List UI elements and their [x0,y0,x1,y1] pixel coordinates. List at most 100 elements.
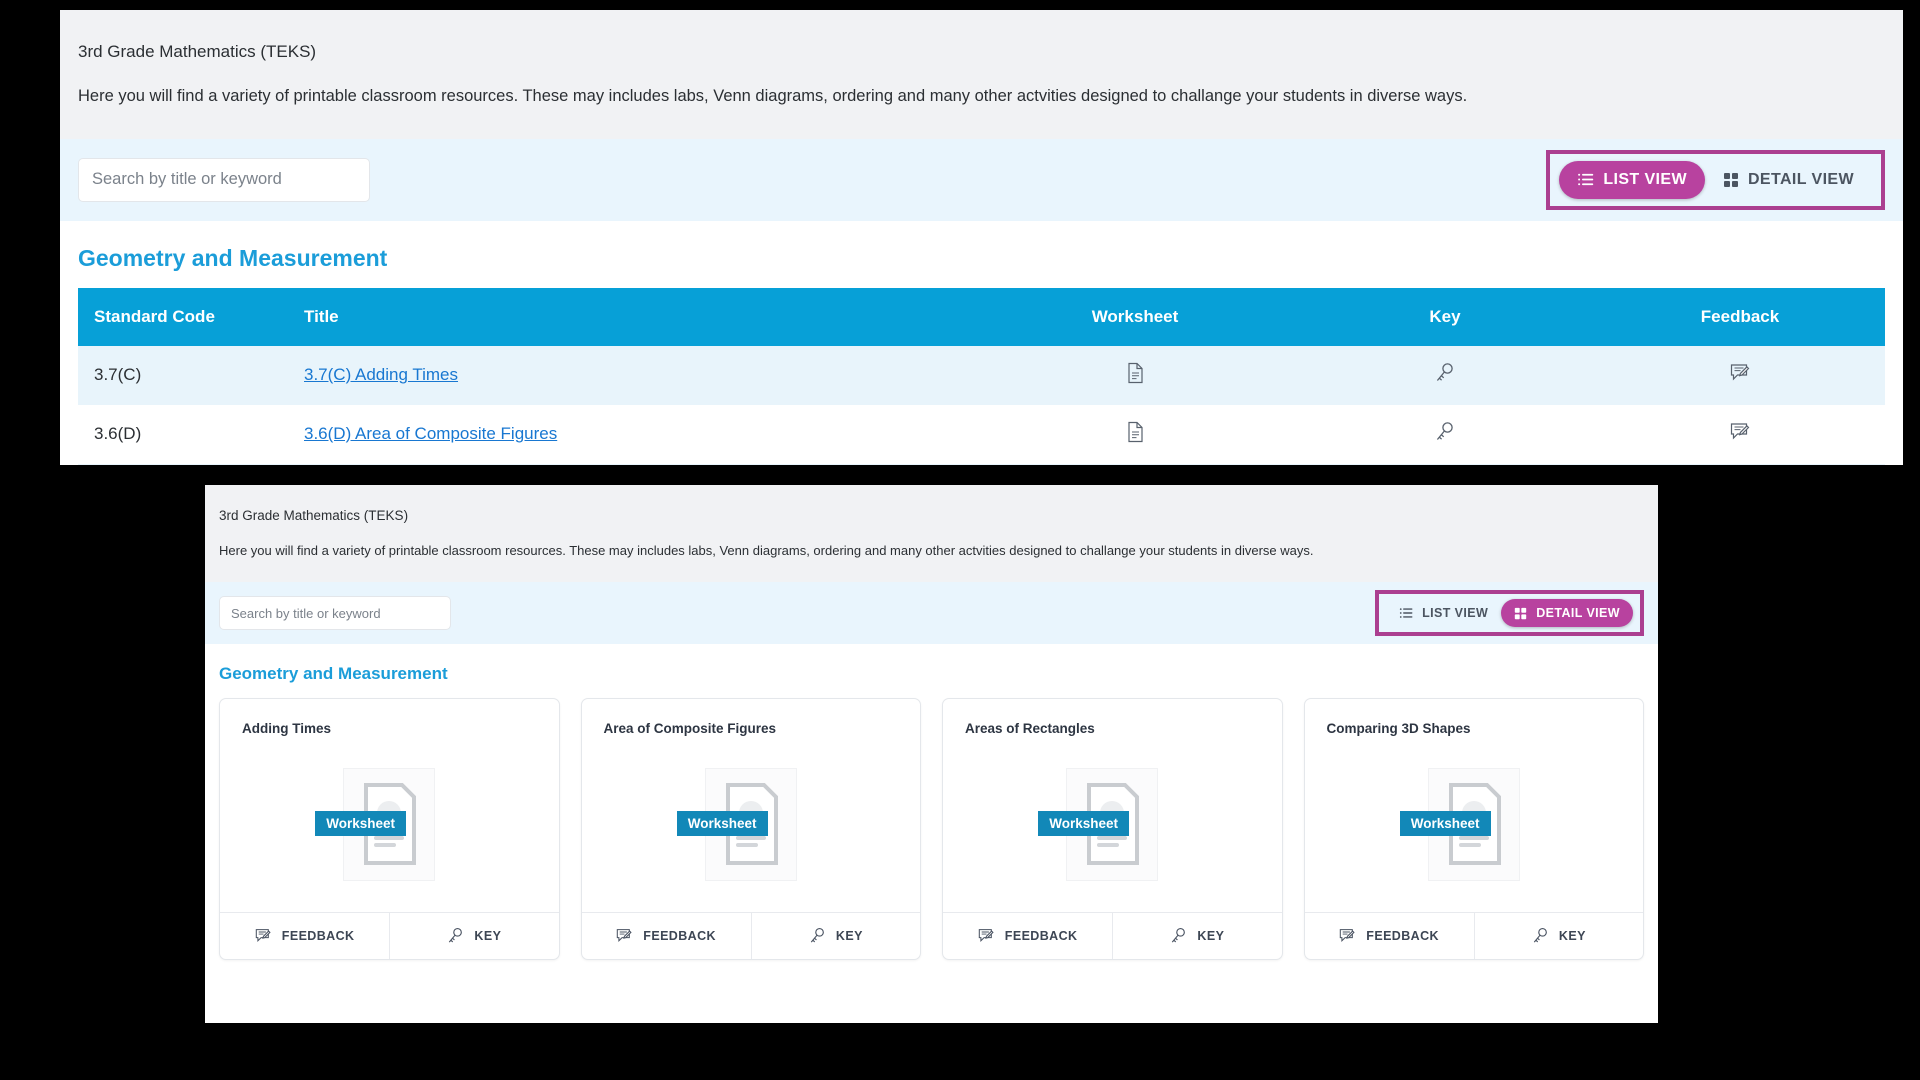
document-icon[interactable] [1126,421,1145,443]
key-button[interactable]: KEY [1473,913,1643,960]
detail-view-label: DETAIL VIEW [1747,170,1854,188]
feedback-icon[interactable] [1730,363,1751,383]
feedback-label: FEEDBACK [281,929,355,944]
course-title: 3rd Grade Mathematics (TEKS) [219,508,409,523]
resources-table: Standard Code Title Worksheet Key Feedba… [78,287,1885,465]
worksheet-badge: Worksheet [315,810,407,836]
cell-title: 3.6(D) Area of Composite Figures [288,405,975,464]
key-button[interactable]: KEY [389,913,558,960]
resources-table-wrap: Standard Code Title Worksheet Key Feedba… [60,287,1903,465]
feedback-icon [1339,928,1356,944]
list-view-button[interactable]: LIST VIEW [1559,160,1705,199]
feedback-icon [616,928,633,944]
column-worksheet: Worksheet [975,287,1295,346]
resource-cards-row: Adding Times Worksheet FEEDBACK KEY Area… [205,698,1658,976]
table-header-row: Standard Code Title Worksheet Key Feedba… [78,287,1885,346]
key-label: KEY [474,929,502,944]
document-placeholder-icon: Worksheet [676,767,797,881]
resource-title-link[interactable]: 3.6(D) Area of Composite Figures [304,424,557,443]
column-key: Key [1295,287,1595,346]
resource-card[interactable]: Area of Composite Figures Worksheet FEED… [580,698,921,961]
feedback-label: FEEDBACK [643,929,716,944]
worksheet-badge: Worksheet [1399,810,1491,836]
list-view-panel: 3rd Grade Mathematics (TEKS) Here you wi… [60,10,1903,465]
cell-standard-code [78,464,288,465]
cell-feedback[interactable] [1595,346,1885,405]
feedback-icon[interactable] [1730,422,1751,442]
feedback-icon [255,928,272,944]
feedback-label: FEEDBACK [1004,929,1078,944]
view-switch-group: LIST VIEW DETAIL VIEW [1559,160,1872,199]
course-description: Here you will find a variety of printabl… [78,86,1468,105]
column-feedback: Feedback [1595,287,1885,346]
worksheet-badge: Worksheet [1038,810,1130,836]
detail-view-panel: 3rd Grade Mathematics (TEKS) Here you wi… [205,485,1658,1023]
key-button[interactable]: KEY [750,913,920,960]
view-switch-highlight: LIST VIEW DETAIL VIEW [1546,149,1885,210]
worksheet-badge: Worksheet [676,810,768,836]
cell-title [288,464,975,465]
table-row [78,463,1885,465]
feedback-label: FEEDBACK [1366,929,1439,944]
detail-view-button[interactable]: DETAIL VIEW [1501,599,1633,628]
key-icon[interactable] [1435,362,1455,384]
card-title: Area of Composite Figures [603,721,777,737]
course-description-block: 3rd Grade Mathematics (TEKS) Here you wi… [60,10,1903,139]
view-switch-highlight: LIST VIEW DETAIL VIEW [1375,590,1644,637]
table-row: 3.7(C) 3.7(C) Adding Times [78,345,1885,405]
resource-card[interactable]: Areas of Rectangles Worksheet FEEDBACK K… [942,698,1283,961]
feedback-button[interactable]: FEEDBACK [1305,913,1474,959]
cell-standard-code: 3.7(C) [94,365,142,385]
feedback-icon [978,928,995,944]
feedback-button[interactable]: FEEDBACK [943,913,1112,959]
key-icon[interactable] [1435,421,1455,443]
document-placeholder-icon: Worksheet [1399,767,1520,881]
feedback-button[interactable]: FEEDBACK [582,913,751,959]
key-icon [1532,927,1549,945]
section-heading: Geometry and Measurement [78,244,388,271]
resource-title-link[interactable]: 3.7(C) Adding Times [304,365,458,384]
resource-card[interactable]: Comparing 3D Shapes Worksheet FEEDBACK K… [1303,698,1644,961]
table-row: 3.6(D) 3.6(D) Area of Composite Figures [78,404,1885,464]
card-title: Comparing 3D Shapes [1326,721,1471,737]
search-input[interactable] [219,596,451,631]
card-thumbnail[interactable]: Worksheet [943,736,1282,912]
cell-worksheet[interactable] [975,346,1295,405]
detail-view-label: DETAIL VIEW [1536,606,1620,621]
card-footer: FEEDBACK KEY [581,912,920,960]
document-placeholder-icon: Worksheet [315,767,436,881]
detail-toolbar: LIST VIEW DETAIL VIEW [205,582,1658,645]
view-switch-group: LIST VIEW DETAIL VIEW [1386,599,1633,628]
cell-key[interactable] [1295,346,1595,405]
card-thumbnail[interactable]: Worksheet [582,736,921,912]
document-icon[interactable] [1126,362,1145,384]
list-toolbar: LIST VIEW DETAIL VIEW [60,138,1903,221]
cell-key [1295,464,1595,465]
list-icon [1399,606,1413,620]
key-label: KEY [835,929,863,944]
card-title: Areas of Rectangles [965,721,1095,737]
column-title: Title [288,287,975,346]
list-view-label: LIST VIEW [1422,606,1489,621]
list-view-button[interactable]: LIST VIEW [1386,599,1501,627]
card-thumbnail[interactable]: Worksheet [220,736,559,912]
cell-standard-code: 3.6(D) [94,424,142,444]
card-footer: FEEDBACK KEY [220,912,559,960]
cell-key[interactable] [1295,405,1595,464]
card-title: Adding Times [242,721,332,737]
key-button[interactable]: KEY [1112,913,1281,960]
resource-card[interactable]: Adding Times Worksheet FEEDBACK KEY [219,698,560,961]
feedback-button[interactable]: FEEDBACK [220,913,389,959]
cell-worksheet[interactable] [975,405,1295,464]
list-view-label: LIST VIEW [1603,170,1687,188]
key-icon [1170,927,1187,945]
course-title: 3rd Grade Mathematics (TEKS) [78,42,317,61]
detail-view-button[interactable]: DETAIL VIEW [1705,161,1872,199]
cell-feedback [1595,464,1885,465]
key-label: KEY [1558,929,1586,944]
search-input[interactable] [78,157,370,202]
grid-icon [1723,172,1739,188]
cell-feedback[interactable] [1595,405,1885,464]
card-footer: FEEDBACK KEY [943,912,1282,960]
card-thumbnail[interactable]: Worksheet [1305,736,1644,912]
